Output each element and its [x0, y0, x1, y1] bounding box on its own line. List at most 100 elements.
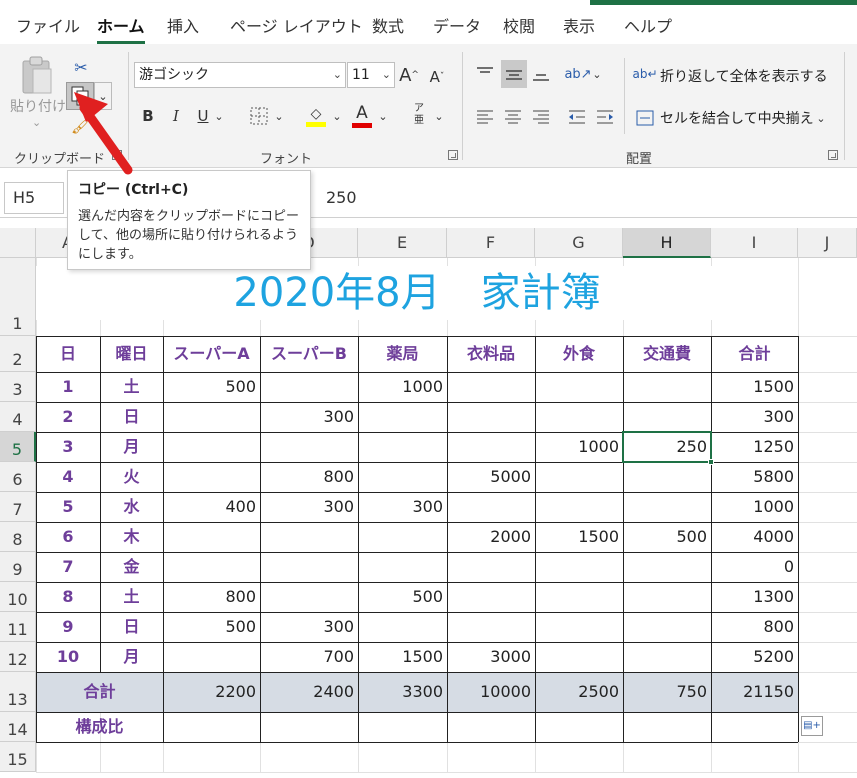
table-cell[interactable]: 2: [36, 403, 100, 432]
table-cell[interactable]: 5200: [711, 643, 798, 672]
table-cell[interactable]: [447, 613, 535, 642]
table-header-cell[interactable]: 薬局: [358, 337, 447, 372]
table-cell[interactable]: [623, 493, 711, 522]
table-cell[interactable]: [260, 523, 358, 552]
table-cell[interactable]: 500: [163, 613, 260, 642]
row-header-1[interactable]: 1: [0, 258, 36, 336]
fill-color-icon[interactable]: ◇: [304, 102, 328, 130]
column-header-E[interactable]: E: [358, 228, 447, 258]
table-cell[interactable]: [260, 553, 358, 582]
column-header-J[interactable]: J: [798, 228, 857, 258]
merge-center-button[interactable]: セルを結合して中央揃え: [660, 108, 814, 128]
table-header-cell[interactable]: 衣料品: [447, 337, 535, 372]
formula-input[interactable]: 250: [326, 184, 357, 212]
table-cell[interactable]: [623, 403, 711, 432]
tab-4[interactable]: 数式: [372, 14, 404, 40]
row-header-14[interactable]: 14: [0, 712, 36, 742]
table-cell[interactable]: [447, 493, 535, 522]
table-cell[interactable]: 700: [260, 643, 358, 672]
table-cell[interactable]: 9: [36, 613, 100, 642]
tab-8[interactable]: ヘルプ: [624, 14, 672, 40]
table-cell[interactable]: 日: [100, 403, 163, 432]
orientation-dropdown-icon[interactable]: ⌄: [590, 62, 604, 86]
row-header-5[interactable]: 5: [0, 432, 36, 462]
fill-handle[interactable]: [708, 459, 714, 465]
tab-0[interactable]: ファイル: [16, 14, 80, 40]
table-cell[interactable]: [163, 463, 260, 492]
column-header-G[interactable]: G: [535, 228, 623, 258]
table-cell[interactable]: [447, 553, 535, 582]
table-cell[interactable]: 1500: [711, 373, 798, 402]
table-cell[interactable]: 1250: [711, 433, 798, 462]
tab-7[interactable]: 表示: [563, 14, 595, 40]
phonetic-dropdown-icon[interactable]: ⌄: [432, 104, 446, 128]
table-cell[interactable]: 土: [100, 373, 163, 402]
table-cell[interactable]: 500: [163, 373, 260, 402]
table-cell[interactable]: 300: [260, 613, 358, 642]
table-cell[interactable]: 金: [100, 553, 163, 582]
table-cell[interactable]: [623, 553, 711, 582]
merge-dropdown-icon[interactable]: ⌄: [814, 106, 828, 130]
table-cell[interactable]: 4000: [711, 523, 798, 552]
table-cell[interactable]: [163, 433, 260, 462]
table-cell[interactable]: [163, 553, 260, 582]
align-center-icon[interactable]: [502, 106, 524, 128]
table-cell[interactable]: 300: [260, 403, 358, 432]
shrink-font-button[interactable]: Aˇ: [426, 64, 448, 90]
table-cell[interactable]: 10: [36, 643, 100, 672]
table-cell[interactable]: [260, 373, 358, 402]
table-cell[interactable]: 1000: [358, 373, 447, 402]
table-cell[interactable]: [535, 643, 623, 672]
table-cell[interactable]: [623, 463, 711, 492]
borders-dropdown-icon[interactable]: ⌄: [272, 104, 286, 128]
row-header-6[interactable]: 6: [0, 462, 36, 492]
alignment-launcher-icon[interactable]: [828, 150, 838, 160]
table-cell[interactable]: [535, 493, 623, 522]
row-header-3[interactable]: 3: [0, 372, 36, 402]
table-cell[interactable]: [623, 373, 711, 402]
tab-6[interactable]: 校閲: [503, 14, 535, 40]
paste-label[interactable]: 貼り付け: [10, 96, 66, 116]
table-cell[interactable]: [535, 373, 623, 402]
table-cell[interactable]: [358, 463, 447, 492]
tab-5[interactable]: データ: [433, 14, 481, 40]
tab-2[interactable]: 挿入: [167, 14, 199, 40]
table-cell[interactable]: 5000: [447, 463, 535, 492]
table-cell[interactable]: [535, 553, 623, 582]
row-header-10[interactable]: 10: [0, 582, 36, 612]
table-cell[interactable]: 300: [260, 493, 358, 522]
table-cell[interactable]: 300: [711, 403, 798, 432]
paste-dropdown-icon[interactable]: ⌄: [32, 116, 41, 129]
row-header-15[interactable]: 15: [0, 742, 36, 772]
table-cell[interactable]: 300: [358, 493, 447, 522]
table-cell[interactable]: 水: [100, 493, 163, 522]
table-cell[interactable]: 2000: [447, 523, 535, 552]
row-header-7[interactable]: 7: [0, 492, 36, 522]
grow-font-button[interactable]: A ^: [398, 62, 420, 88]
total-cell[interactable]: 2200: [163, 673, 260, 712]
fill-color-dropdown-icon[interactable]: ⌄: [330, 104, 344, 128]
table-cell[interactable]: [358, 523, 447, 552]
row-header-9[interactable]: 9: [0, 552, 36, 582]
table-cell[interactable]: [623, 643, 711, 672]
table-cell[interactable]: [623, 583, 711, 612]
total-cell[interactable]: 3300: [358, 673, 447, 712]
table-cell[interactable]: 800: [711, 613, 798, 642]
table-cell[interactable]: 8: [36, 583, 100, 612]
align-left-icon[interactable]: [474, 106, 496, 128]
column-header-I[interactable]: I: [711, 228, 798, 258]
table-cell[interactable]: [260, 433, 358, 462]
table-cell[interactable]: 1000: [711, 493, 798, 522]
increase-indent-icon[interactable]: [594, 106, 616, 128]
font-size-select[interactable]: 11 ⌄: [347, 62, 395, 88]
table-cell[interactable]: 火: [100, 463, 163, 492]
underline-dropdown-icon[interactable]: ⌄: [212, 104, 226, 128]
table-cell[interactable]: 月: [100, 643, 163, 672]
table-header-cell[interactable]: 曜日: [100, 337, 163, 372]
row-header-11[interactable]: 11: [0, 612, 36, 642]
table-cell[interactable]: [535, 583, 623, 612]
total-cell[interactable]: 2400: [260, 673, 358, 712]
paste-icon[interactable]: [14, 54, 60, 98]
table-cell[interactable]: [447, 433, 535, 462]
table-cell[interactable]: 日: [100, 613, 163, 642]
